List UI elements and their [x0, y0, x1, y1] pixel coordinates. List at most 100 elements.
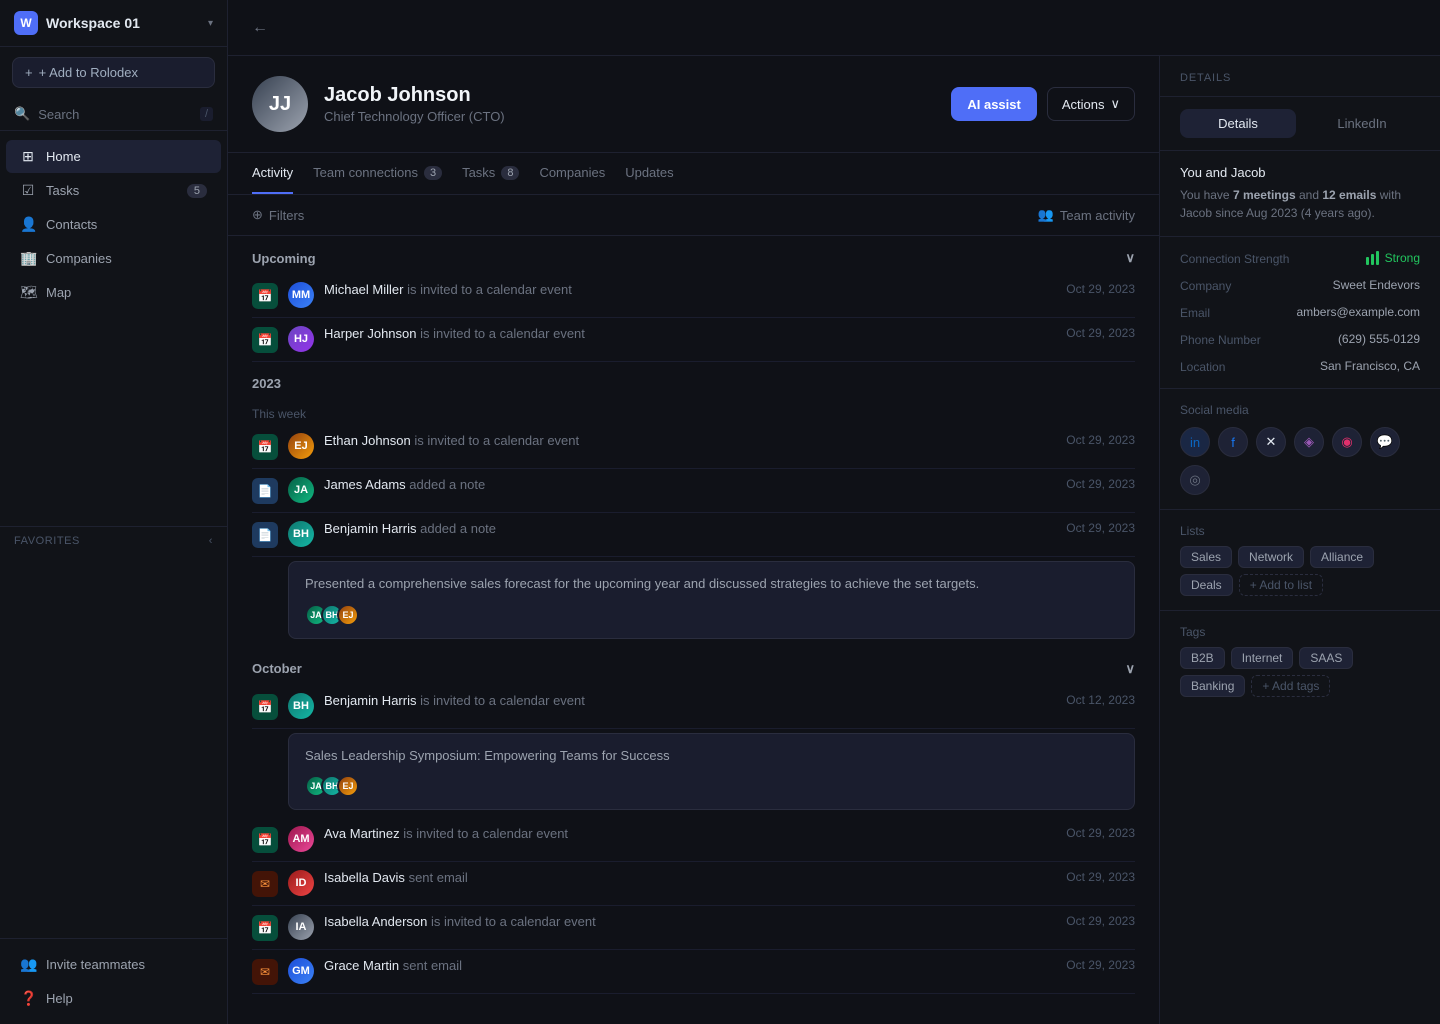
sidebar-item-tasks[interactable]: ☑ Tasks 5 [6, 174, 221, 207]
upcoming-header[interactable]: Upcoming ∨ [252, 236, 1135, 274]
list-tag-network[interactable]: Network [1238, 546, 1304, 568]
you-and-section: You and Jacob You have 7 meetings and 12… [1160, 151, 1440, 237]
back-button[interactable]: ← [248, 15, 272, 41]
sidebar-item-contacts[interactable]: 👤 Contacts [6, 208, 221, 241]
avatar-id: ID [288, 870, 314, 896]
add-tags-button[interactable]: + Add tags [1251, 675, 1330, 697]
tag-b2b[interactable]: B2B [1180, 647, 1225, 669]
company-label: Company [1180, 278, 1270, 293]
sidebar-header: W Workspace 01 ▾ [0, 0, 227, 47]
tab-details[interactable]: Details [1180, 109, 1296, 138]
avatar-mm: MM [288, 282, 314, 308]
nav-label-contacts: Contacts [46, 217, 97, 232]
this-week-label: This week [252, 407, 1135, 421]
add-to-list-button[interactable]: + Add to list [1239, 574, 1323, 596]
details-panel-header: DETAILS [1160, 56, 1440, 97]
tab-tasks[interactable]: Tasks 8 [462, 153, 519, 194]
filters-button[interactable]: ⊕ Filters [252, 207, 304, 223]
search-icon: 🔍 [14, 106, 30, 122]
avatar-am: AM [288, 826, 314, 852]
help-label: Help [46, 991, 73, 1006]
social-section: Social media in f ✕ ◈ ◉ 💬 ◎ [1160, 389, 1440, 510]
activity-date: Oct 29, 2023 [1066, 521, 1135, 535]
activity-content: Benjamin Harris added a note [324, 521, 1056, 536]
details-panel: DETAILS Details LinkedIn You and Jacob Y… [1160, 56, 1440, 1024]
calendar-icon: 📅 [252, 327, 278, 353]
sidebar-item-companies[interactable]: 🏢 Companies [6, 242, 221, 275]
list-tag-deals[interactable]: Deals [1180, 574, 1233, 596]
main-content: ← JJ Jacob Johnson Chief Technology Offi… [228, 0, 1440, 1024]
chevron-down-icon[interactable]: ▾ [208, 18, 213, 29]
add-to-rolodex-button[interactable]: + + Add to Rolodex [12, 57, 215, 88]
upcoming-section: Upcoming ∨ 📅 MM Michael Miller is invite… [228, 236, 1159, 362]
social-title: Social media [1180, 403, 1420, 417]
year-2023-header[interactable]: 2023 [252, 362, 1135, 399]
you-and-text: You have 7 meetings and 12 emails with J… [1180, 186, 1420, 222]
october-header[interactable]: October ∨ [252, 647, 1135, 685]
other-social-icon[interactable]: ◎ [1180, 465, 1210, 495]
list-tag-sales[interactable]: Sales [1180, 546, 1232, 568]
actions-button[interactable]: Actions ∨ [1047, 87, 1135, 121]
tab-linkedin[interactable]: LinkedIn [1304, 109, 1420, 138]
tab-companies[interactable]: Companies [539, 153, 605, 194]
company-row: Company Sweet Endevors [1180, 278, 1420, 293]
note-card-2: Sales Leadership Symposium: Empowering T… [288, 733, 1135, 811]
activity-date: Oct 29, 2023 [1066, 958, 1135, 972]
note-avatar: EJ [337, 775, 359, 797]
activity-content: Benjamin Harris is invited to a calendar… [324, 693, 1056, 708]
email-value: ambers@example.com [1296, 305, 1420, 319]
tab-team-connections[interactable]: Team connections 3 [313, 153, 442, 194]
tag-internet[interactable]: Internet [1231, 647, 1294, 669]
instagram-icon[interactable]: ◉ [1332, 427, 1362, 457]
avatar-bh2: BH [288, 693, 314, 719]
detail-section-info: Connection Strength Strong Company Sweet… [1160, 237, 1440, 389]
note-avatar: EJ [337, 604, 359, 626]
facebook-icon[interactable]: f [1218, 427, 1248, 457]
company-value: Sweet Endevors [1333, 278, 1420, 292]
ai-assist-button[interactable]: AI assist [951, 87, 1036, 121]
activity-date: Oct 29, 2023 [1066, 826, 1135, 840]
phone-row: Phone Number (629) 555-0129 [1180, 332, 1420, 347]
profile-actions: AI assist Actions ∨ [951, 87, 1135, 121]
team-activity-button[interactable]: 👥 Team activity [1038, 207, 1135, 223]
activity-content: Isabella Anderson is invited to a calend… [324, 914, 1056, 929]
activity-item: 📅 AM Ava Martinez is invited to a calend… [252, 818, 1135, 862]
activity-content: Grace Martin sent email [324, 958, 1056, 973]
sidebar-item-map[interactable]: 🗺 Map [6, 276, 221, 309]
tag-saas[interactable]: SAAS [1299, 647, 1353, 669]
email-label: Email [1180, 305, 1270, 320]
tags-row: B2B Internet SAAS Banking + Add tags [1180, 647, 1420, 697]
sidebar-item-home[interactable]: ⊞ Home [6, 140, 221, 173]
nav-section: ⊞ Home ☑ Tasks 5 👤 Contacts 🏢 Companies … [0, 131, 227, 526]
lists-section: Lists Sales Network Alliance Deals + Add… [1160, 510, 1440, 611]
activity-content: Harper Johnson is invited to a calendar … [324, 326, 1056, 341]
favorites-header: FAVORITES ‹ [14, 535, 213, 547]
tab-activity[interactable]: Activity [252, 153, 293, 194]
avatar-hj: HJ [288, 326, 314, 352]
map-icon: 🗺 [20, 284, 36, 301]
calendar-icon: 📅 [252, 827, 278, 853]
year-2023-section: 2023 This week 📅 EJ Ethan Johnson is inv… [228, 362, 1159, 994]
tab-tasks-badge: 8 [501, 166, 519, 180]
invite-teammates-button[interactable]: 👥 Invite teammates [6, 948, 221, 981]
avatar-gm: GM [288, 958, 314, 984]
profile-header: JJ Jacob Johnson Chief Technology Office… [228, 56, 1159, 153]
tag-banking[interactable]: Banking [1180, 675, 1245, 697]
help-button[interactable]: ❓ Help [6, 982, 221, 1015]
center-panel: JJ Jacob Johnson Chief Technology Office… [228, 56, 1160, 1024]
you-and-title: You and Jacob [1180, 165, 1420, 180]
x-twitter-icon[interactable]: ✕ [1256, 427, 1286, 457]
activity-date: Oct 29, 2023 [1066, 914, 1135, 928]
invite-teammates-label: Invite teammates [46, 957, 145, 972]
whatsapp-icon[interactable]: 💬 [1370, 427, 1400, 457]
activity-item: 📅 BH Benjamin Harris is invited to a cal… [252, 685, 1135, 729]
linkedin-icon[interactable]: in [1180, 427, 1210, 457]
messenger-icon[interactable]: ◈ [1294, 427, 1324, 457]
tab-updates[interactable]: Updates [625, 153, 673, 194]
tasks-icon: ☑ [20, 182, 36, 199]
collapse-icon[interactable]: ‹ [209, 535, 213, 547]
activity-content: Ethan Johnson is invited to a calendar e… [324, 433, 1056, 448]
activity-content: Michael Miller is invited to a calendar … [324, 282, 1056, 297]
list-tag-alliance[interactable]: Alliance [1310, 546, 1374, 568]
search-bar[interactable]: 🔍 Search / [0, 98, 227, 131]
